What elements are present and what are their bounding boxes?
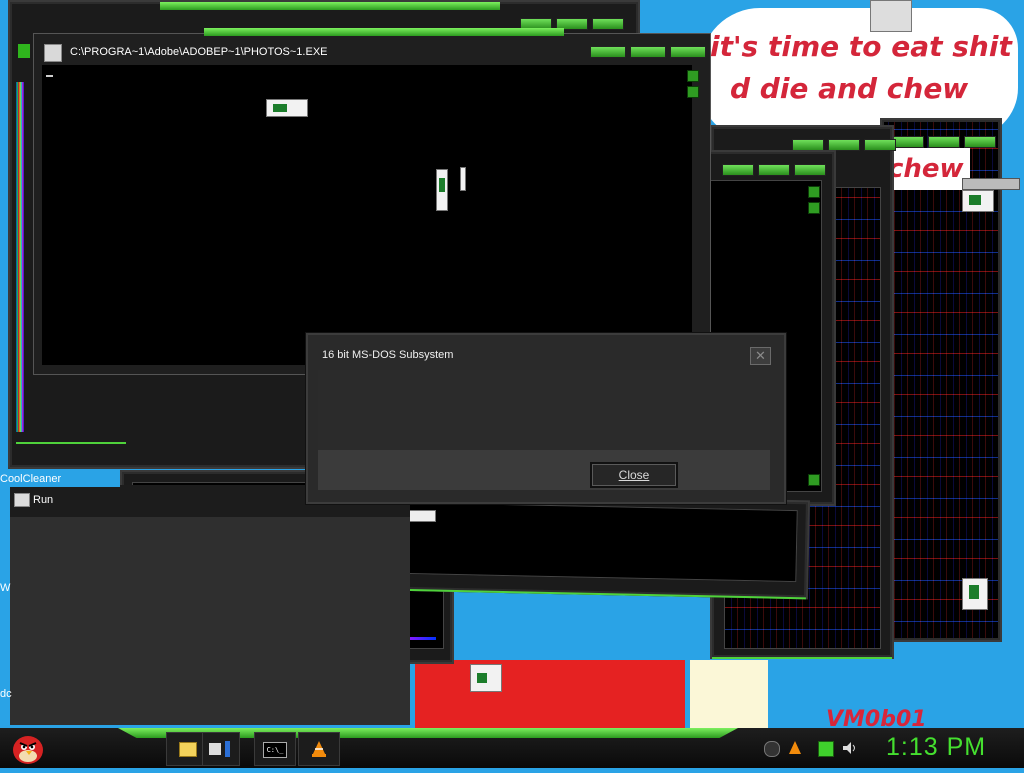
vlc-cone-icon	[312, 741, 326, 757]
text-cursor	[46, 75, 53, 77]
desktop-label: CoolCleaner	[0, 473, 62, 485]
console-output[interactable]	[42, 65, 692, 365]
minimize-button[interactable]	[590, 46, 626, 58]
taskbar-app-button[interactable]	[202, 732, 240, 766]
close-button[interactable]: Close	[590, 462, 678, 488]
run-icon	[14, 493, 30, 507]
start-button[interactable]	[6, 728, 46, 768]
run-title: Run	[33, 494, 54, 506]
maximize-button[interactable]	[630, 46, 666, 58]
scroll-down-button[interactable]	[808, 202, 820, 214]
scroll-down-button[interactable]	[687, 86, 699, 98]
console-window[interactable]: C:\PROGRA~1\Adobe\ADOBEP~1\PHOTOS~1.EXE	[33, 28, 711, 375]
desktop-label: W	[0, 582, 11, 594]
window-icon	[209, 743, 221, 755]
console-window-icon	[44, 44, 62, 62]
taskbar-cmd-button[interactable]: C:\_	[254, 732, 296, 766]
angry-bird-icon	[13, 736, 43, 764]
glitch-strip	[16, 82, 24, 432]
window-edge	[712, 657, 892, 659]
slider-handle[interactable]	[962, 178, 1020, 190]
floating-icon[interactable]	[436, 169, 448, 211]
window-glow	[160, 2, 500, 10]
folder-icon	[179, 742, 197, 757]
taskbar-vlc-button[interactable]	[298, 732, 340, 766]
desktop-strip: CoolCleaner	[0, 473, 120, 487]
pale-block	[690, 660, 768, 728]
floating-icon[interactable]	[962, 190, 994, 212]
scroll-up-button[interactable]	[687, 70, 699, 82]
scroll-up-button[interactable]	[808, 186, 820, 198]
floating-icon[interactable]	[266, 99, 308, 117]
window-glow	[204, 28, 564, 36]
console-title: C:\PROGRA~1\Adobe\ADOBEP~1\PHOTOS~1.EXE	[70, 46, 328, 58]
floating-icon[interactable]	[962, 578, 988, 610]
app-icon	[225, 741, 230, 757]
msdos-dialog[interactable]: 16 bit MS-DOS Subsystem ✕ Close	[306, 333, 786, 504]
dialog-footer: Close	[318, 450, 770, 490]
red-block	[415, 660, 685, 728]
dialog-message-area	[318, 370, 770, 450]
green-tab	[18, 44, 30, 58]
taskbar-clock[interactable]: 1:13 PM	[886, 733, 986, 762]
window-edge	[16, 442, 126, 444]
banner-line-2: d die and chew	[730, 72, 969, 105]
tray-app-icon[interactable]	[764, 741, 780, 757]
desktop-label: dc	[0, 688, 12, 700]
dialog-title: 16 bit MS-DOS Subsystem	[322, 349, 454, 361]
floating-icon[interactable]	[460, 167, 466, 191]
dialog-close-icon[interactable]: ✕	[750, 347, 771, 365]
run-window[interactable]: Run	[10, 485, 410, 725]
speaker-icon[interactable]	[842, 741, 856, 755]
command-prompt-icon: C:\_	[263, 742, 287, 758]
banner-line-1: it's time to eat shit	[710, 30, 1012, 63]
close-window-button[interactable]	[670, 46, 706, 58]
floating-icon[interactable]	[470, 664, 502, 692]
banner-line-3: chew	[882, 148, 970, 190]
network-icon[interactable]	[818, 741, 834, 757]
scroll-end-button[interactable]	[808, 474, 820, 486]
desktop-shortcut-icon[interactable]	[870, 0, 912, 32]
vlc-cone-icon[interactable]	[788, 741, 802, 755]
window-controls[interactable]	[892, 136, 996, 148]
window-controls[interactable]	[590, 46, 706, 58]
window-controls[interactable]	[722, 164, 826, 176]
